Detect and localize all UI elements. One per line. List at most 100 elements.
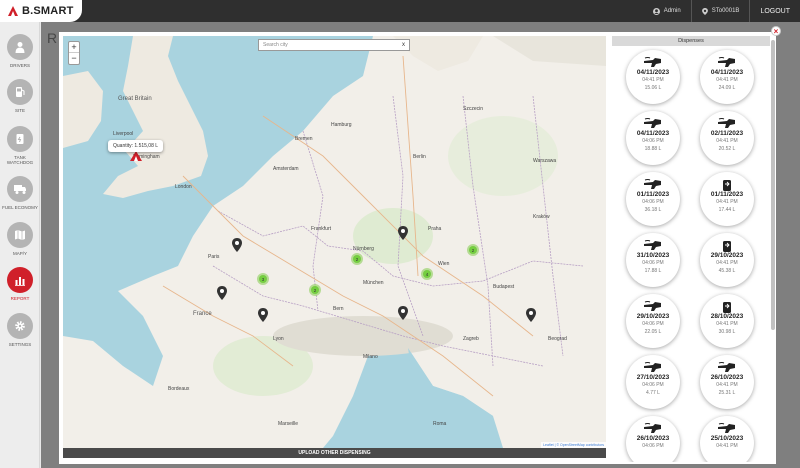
map-label: Frankfurt — [311, 226, 332, 232]
zoom-in-button[interactable]: + — [69, 42, 79, 53]
map-label: Bern — [333, 306, 344, 312]
dispense-card[interactable]: 25/10/2023 04:41 PM — [700, 416, 754, 462]
dispense-card[interactable]: 01/11/2023 04:41 PM 17.44 L — [700, 172, 754, 226]
brand-logo[interactable]: B.SMART — [0, 0, 82, 22]
dispense-quantity: 22.05 L — [644, 329, 662, 335]
dispense-time: 04:06 PM — [642, 443, 664, 449]
sidebar-item-label: SETTINGS — [8, 342, 32, 347]
dispense-date: 01/11/2023 — [636, 191, 670, 198]
map-label: Milano — [363, 354, 378, 360]
dispense-time: 04:41 PM — [716, 77, 738, 83]
map-label: Great Britain — [118, 96, 152, 102]
map-label: Nürnberg — [353, 246, 374, 252]
map-label: Liverpool — [113, 131, 134, 137]
map-label: Berlin — [413, 154, 426, 160]
sidebar-item-drivers[interactable]: DRIVERS — [0, 34, 40, 68]
dispense-date: 26/10/2023 — [710, 374, 744, 381]
clear-search-icon[interactable]: x — [402, 42, 405, 48]
marker-cluster[interactable]: 3 — [257, 273, 269, 285]
site-selector[interactable]: STo0001B — [690, 0, 750, 22]
dispense-card[interactable]: 26/10/2023 04:41 PM 25.31 L — [700, 355, 754, 409]
marker-cluster[interactable]: 4 — [421, 268, 433, 280]
dispense-card[interactable]: 04/11/2023 04:41 PM 15.06 L — [626, 50, 680, 104]
dispense-card[interactable]: 27/10/2023 04:06 PM 4.77 L — [626, 355, 680, 409]
map-icon — [15, 230, 25, 240]
dispense-card[interactable]: 01/11/2023 04:06 PM 36.18 L — [626, 172, 680, 226]
nozzle-icon — [643, 239, 663, 251]
dispense-time: 04:06 PM — [642, 321, 664, 327]
location-pin-icon[interactable] — [398, 226, 408, 240]
search-placeholder: Search city — [263, 42, 288, 48]
logout-button[interactable]: LOGOUT — [749, 0, 800, 22]
cluster-count: 3 — [259, 275, 267, 283]
map-label: London — [175, 184, 192, 190]
map-label: Szczecin — [463, 106, 484, 112]
location-pin-icon[interactable] — [398, 306, 408, 320]
dispense-quantity: 20.52 L — [718, 146, 736, 152]
dispense-quantity: 30.98 L — [718, 329, 736, 335]
location-pin-icon[interactable] — [217, 286, 227, 300]
sidebar-item-label: REPORT — [10, 296, 30, 301]
dispense-card[interactable]: 29/10/2023 04:06 PM 22.05 L — [626, 294, 680, 348]
map-label: Bremen — [295, 136, 313, 142]
sidebar-item-settings[interactable]: SETTINGS — [0, 313, 40, 347]
dispense-quantity: 17.88 L — [644, 268, 662, 274]
zoom-out-button[interactable]: − — [69, 53, 79, 64]
dispense-quantity: 25.31 L — [718, 390, 736, 396]
sidebar-item-map[interactable]: MAP/Y — [0, 222, 40, 256]
tank-refill-icon — [720, 300, 734, 313]
map-label: France — [193, 311, 212, 317]
dispense-time: 04:06 PM — [642, 138, 664, 144]
sidebar-item-site[interactable]: SITE — [0, 79, 40, 113]
city-search-input[interactable]: Search city x — [258, 39, 410, 51]
site-code: STo0001B — [711, 8, 740, 14]
location-pin-icon[interactable] — [526, 308, 536, 322]
dispense-date: 04/11/2023 — [710, 69, 744, 76]
cluster-count: 2 — [311, 286, 319, 294]
dispenses-scrollbar[interactable] — [771, 40, 775, 330]
map-label: Marseille — [278, 421, 299, 427]
dispense-time: 04:41 PM — [716, 382, 738, 388]
map-view[interactable]: Great Britain Liverpool Birmingham Londo… — [63, 36, 606, 448]
user-menu[interactable]: Admin — [643, 0, 691, 22]
nozzle-icon — [643, 56, 663, 68]
dispense-date: 04/11/2023 — [636, 130, 670, 137]
person-icon — [15, 42, 25, 53]
dispense-date: 01/11/2023 — [710, 191, 744, 198]
location-pin-icon[interactable] — [232, 238, 242, 252]
upload-other-dispensing-button[interactable]: UPLOAD OTHER DISPENSING — [63, 448, 606, 458]
nozzle-icon — [717, 56, 737, 68]
dispenses-title: Dispenses — [612, 36, 770, 46]
dispense-card[interactable]: 04/11/2023 04:41 PM 24.09 L — [700, 50, 754, 104]
map-label: Bordeaux — [168, 386, 190, 392]
close-modal-button[interactable]: × — [771, 26, 781, 36]
marker-cluster[interactable]: 2 — [309, 284, 321, 296]
dispense-card[interactable]: 29/10/2023 04:41 PM 45.38 L — [700, 233, 754, 287]
dispense-quantity: 15.06 L — [644, 85, 662, 91]
nozzle-icon — [717, 361, 737, 373]
dispense-card[interactable]: 04/11/2023 04:06 PM 18.88 L — [626, 111, 680, 165]
dispense-card[interactable]: 31/10/2023 04:06 PM 17.88 L — [626, 233, 680, 287]
fuel-station-icon — [16, 87, 25, 97]
logo-text: B.SMART — [22, 5, 74, 17]
dispense-time: 04:41 PM — [716, 443, 738, 449]
dispense-time: 04:06 PM — [642, 382, 664, 388]
marker-tooltip: Quantity: 1.515,08 L — [108, 140, 164, 152]
sidebar-item-label: SITE — [14, 108, 25, 113]
sidebar-item-report[interactable]: REPORT — [0, 267, 40, 301]
marker-cluster[interactable]: 2 — [351, 253, 363, 265]
dispense-date: 25/10/2023 — [710, 435, 744, 442]
sidebar-item-tank-watchdog[interactable]: TANK WATCHDOG — [0, 126, 40, 165]
marker-cluster[interactable]: 2 — [467, 244, 479, 256]
sidebar-item-label: FUEL ECONOMY — [2, 205, 38, 210]
nozzle-icon — [643, 361, 663, 373]
sidebar-item-fuel-economy[interactable]: FUEL ECONOMY — [0, 176, 40, 210]
dispense-card[interactable]: 26/10/2023 04:06 PM — [626, 416, 680, 462]
location-pin-icon[interactable] — [258, 308, 268, 322]
tank-icon — [16, 134, 24, 144]
dispense-date: 31/10/2023 — [636, 252, 670, 259]
dispense-date: 27/10/2023 — [636, 374, 670, 381]
dispense-card[interactable]: 28/10/2023 04:41 PM 30.98 L — [700, 294, 754, 348]
dispense-card[interactable]: 02/11/2023 04:41 PM 20.52 L — [700, 111, 754, 165]
map-label: Paris — [208, 254, 220, 260]
